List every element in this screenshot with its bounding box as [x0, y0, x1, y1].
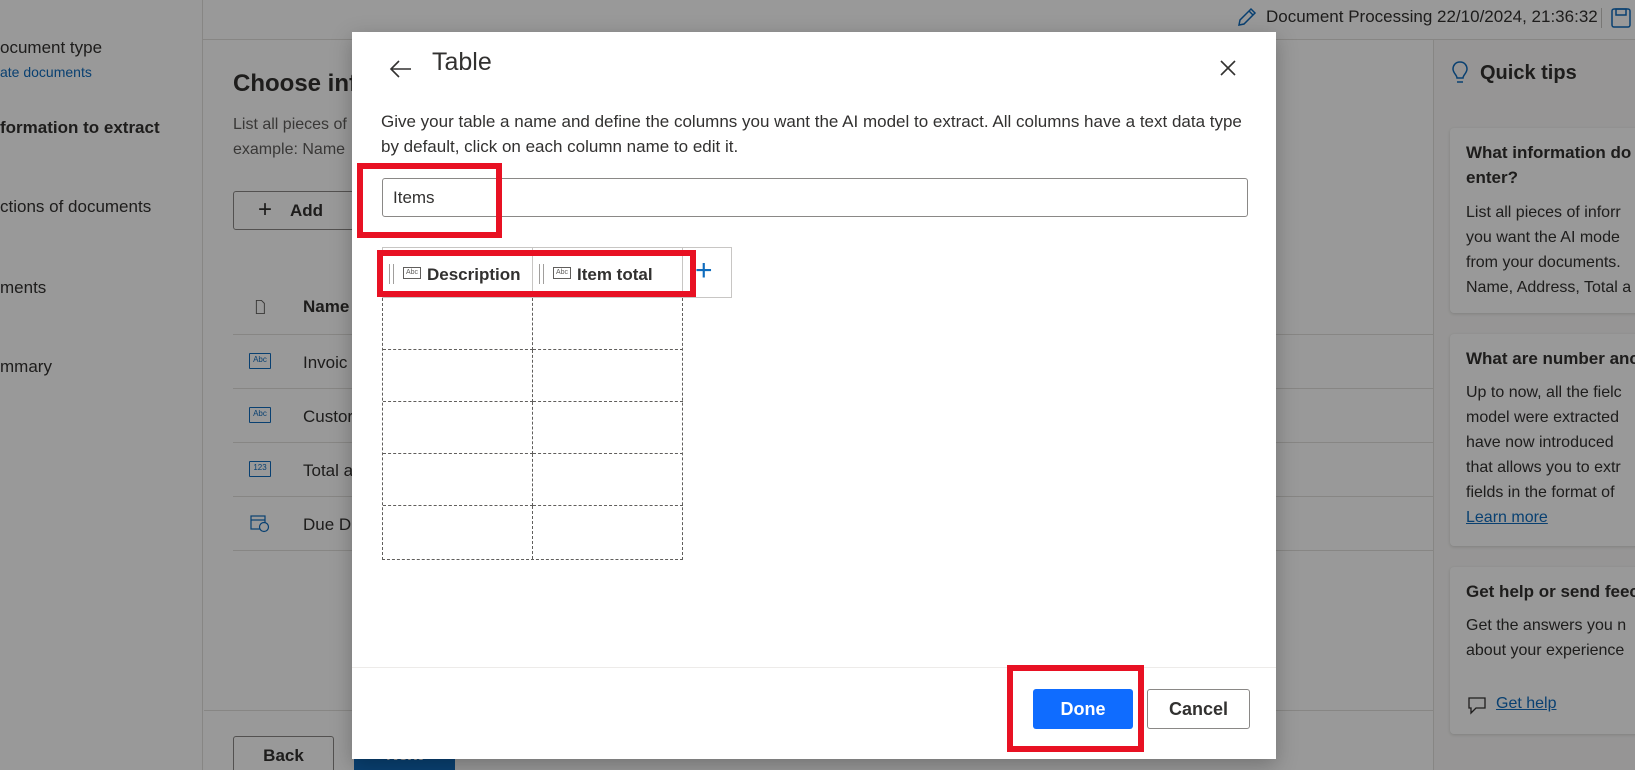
plus-icon: +	[695, 254, 713, 287]
back-arrow-icon[interactable]	[388, 56, 414, 82]
cancel-button[interactable]: Cancel	[1147, 689, 1250, 729]
column-header-item-total[interactable]: Abc Item total	[533, 248, 683, 297]
grid-cell	[533, 454, 683, 506]
done-button[interactable]: Done	[1033, 689, 1133, 729]
grid-cell	[383, 454, 533, 506]
text-type-icon: Abc	[403, 267, 421, 279]
drag-handle-icon[interactable]	[389, 264, 394, 284]
grid-cell	[383, 402, 533, 454]
column-header-description[interactable]: Abc Description	[383, 248, 533, 297]
column-label: Item total	[577, 265, 653, 284]
table-name-input[interactable]	[382, 178, 1248, 217]
drag-handle-icon[interactable]	[539, 264, 544, 284]
grid-cell	[383, 298, 533, 350]
add-column-button[interactable]: +	[683, 248, 731, 297]
grid-cell	[383, 350, 533, 402]
column-label: Description	[427, 265, 521, 284]
grid-cell	[383, 506, 533, 559]
table-dialog: Table Give your table a name and define …	[352, 32, 1276, 759]
dialog-description: Give your table a name and define the co…	[381, 112, 1242, 156]
columns-preview-grid	[382, 298, 683, 560]
grid-cell	[533, 298, 683, 350]
close-icon[interactable]	[1218, 58, 1238, 78]
columns-header-row: Abc Description Abc Item total +	[382, 247, 732, 298]
text-type-icon: Abc	[553, 267, 571, 279]
dialog-footer-divider	[352, 667, 1276, 668]
grid-cell	[533, 350, 683, 402]
grid-cell	[533, 402, 683, 454]
dialog-title: Table	[432, 48, 492, 76]
